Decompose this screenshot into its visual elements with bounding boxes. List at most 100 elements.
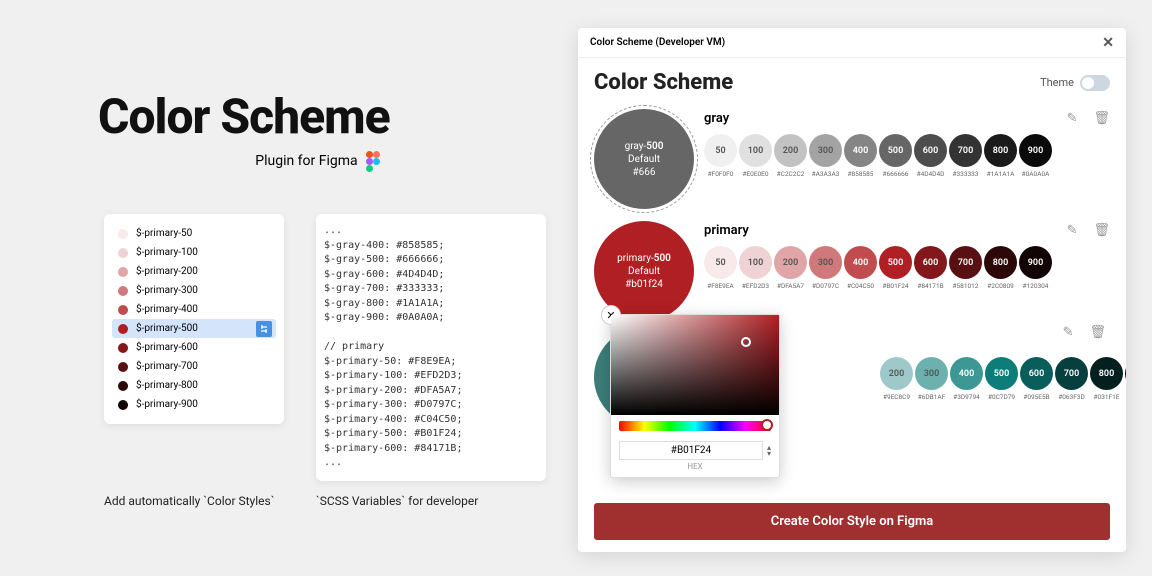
swatch[interactable]: 50#F8E9EA xyxy=(704,246,737,290)
swatch[interactable]: 900#120304 xyxy=(1019,246,1052,290)
scheme-name: gray xyxy=(704,111,729,126)
swatch[interactable]: 600#84171B xyxy=(914,246,947,290)
saturation-field[interactable] xyxy=(611,315,779,415)
swatch[interactable]: 200#DFA5A7 xyxy=(774,246,807,290)
swatch-hex: #6DB1AF xyxy=(918,393,945,401)
color-dot xyxy=(118,248,128,258)
swatch-hex: #031F1E xyxy=(1094,393,1120,401)
style-row[interactable]: $-primary-500 xyxy=(112,319,276,338)
swatch-hex: #F8E9EA xyxy=(707,282,734,290)
color-dot xyxy=(118,229,128,239)
adjust-icon[interactable] xyxy=(256,321,272,337)
edit-icon[interactable]: ✎ xyxy=(1063,325,1074,340)
swatch[interactable]: 900#010D0C xyxy=(1125,357,1126,401)
swatch[interactable]: 800#2C0809 xyxy=(984,246,1017,290)
theme-label: Theme xyxy=(1040,76,1074,89)
swatch-hex: #B01F24 xyxy=(882,282,908,290)
swatch-hex: #858585 xyxy=(848,170,874,178)
style-row[interactable]: $-primary-900 xyxy=(112,395,276,414)
swatch-hex: #DFA5A7 xyxy=(777,282,804,290)
swatch-hex: #0A0A0A xyxy=(1022,170,1050,178)
style-row[interactable]: $-primary-700 xyxy=(112,357,276,376)
color-dot xyxy=(118,286,128,296)
hex-input[interactable] xyxy=(619,441,763,460)
swatch[interactable]: 200#9EC8C9 xyxy=(880,357,913,401)
swatch[interactable]: 800#031F1E xyxy=(1090,357,1123,401)
swatch[interactable]: 300#A3A3A3 xyxy=(809,134,842,178)
style-row[interactable]: $-primary-800 xyxy=(112,376,276,395)
delete-icon[interactable]: 🗑 xyxy=(1093,223,1110,238)
swatch[interactable]: 700#063F3D xyxy=(1055,357,1088,401)
swatch-hex: #E0E0E0 xyxy=(742,170,768,178)
style-name: $-primary-100 xyxy=(136,247,198,258)
scheme-name: primary xyxy=(704,223,749,238)
style-row[interactable]: $-primary-400 xyxy=(112,300,276,319)
swatch-hex: #581012 xyxy=(953,282,979,290)
style-name: $-primary-500 xyxy=(136,323,198,334)
swatch-hex: #9EC8C9 xyxy=(883,393,910,401)
swatch[interactable]: 400#3D9794 xyxy=(950,357,983,401)
scss-code-panel: ... $-gray-400: #858585; $-gray-500: #66… xyxy=(316,214,546,481)
swatch[interactable]: 50#F0F0F0 xyxy=(704,134,737,178)
swatch[interactable]: 600#095E5B xyxy=(1020,357,1053,401)
swatch[interactable]: 500#0C7D79 xyxy=(985,357,1018,401)
swatch-hex: #A3A3A3 xyxy=(812,170,840,178)
swatch-hex: #C2C2C2 xyxy=(777,170,805,178)
swatch-hex: #C04C50 xyxy=(847,282,874,290)
style-row[interactable]: $-primary-300 xyxy=(112,281,276,300)
swatch[interactable]: 100#E0E0E0 xyxy=(739,134,772,178)
color-styles-panel: $-primary-50 $-primary-100 $-primary-200 $-… xyxy=(104,214,284,424)
swatch-hex: #1A1A1A xyxy=(987,170,1015,178)
color-dot xyxy=(118,305,128,315)
color-picker: ✕ ▴▾ HEX xyxy=(610,314,780,478)
theme-toggle[interactable] xyxy=(1080,75,1110,91)
style-row[interactable]: $-primary-200 xyxy=(112,262,276,281)
close-icon[interactable]: ✕ xyxy=(1102,35,1114,51)
swatch[interactable]: 600#4D4D4D xyxy=(914,134,947,178)
style-name: $-primary-200 xyxy=(136,266,198,277)
swatch-hex: #84171B xyxy=(917,282,943,290)
edit-icon[interactable]: ✎ xyxy=(1067,223,1078,238)
style-name: $-primary-900 xyxy=(136,399,198,410)
swatch[interactable]: 400#C04C50 xyxy=(844,246,877,290)
swatch[interactable]: 700#581012 xyxy=(949,246,982,290)
plugin-title: Color Scheme xyxy=(594,70,733,95)
delete-icon[interactable]: 🗑 xyxy=(1093,111,1110,126)
swatch[interactable]: 500#B01F24 xyxy=(879,246,912,290)
style-row[interactable]: $-primary-50 xyxy=(112,224,276,243)
swatch[interactable]: 100#EFD2D3 xyxy=(739,246,772,290)
swatch[interactable]: 200#C2C2C2 xyxy=(774,134,807,178)
swatch-hex: #0C7D79 xyxy=(988,393,1015,401)
scheme-circle[interactable]: gray-500Default#666 xyxy=(594,109,694,209)
style-row[interactable]: $-primary-100 xyxy=(112,243,276,262)
style-name: $-primary-50 xyxy=(136,228,192,239)
swatch-hex: #120304 xyxy=(1023,282,1049,290)
style-name: $-primary-600 xyxy=(136,342,198,353)
hue-slider[interactable] xyxy=(619,421,771,431)
color-dot xyxy=(118,362,128,372)
swatch[interactable]: 300#D0797C xyxy=(809,246,842,290)
hero-subtitle: Plugin for Figma xyxy=(255,153,357,169)
swatch-hex: #095E5B xyxy=(1023,393,1049,401)
swatch[interactable]: 800#1A1A1A xyxy=(984,134,1017,178)
swatch[interactable]: 900#0A0A0A xyxy=(1019,134,1052,178)
delete-icon[interactable]: 🗑 xyxy=(1089,325,1106,340)
edit-icon[interactable]: ✎ xyxy=(1067,111,1078,126)
create-style-button[interactable]: Create Color Style on Figma xyxy=(594,503,1110,540)
style-name: $-primary-800 xyxy=(136,380,198,391)
swatch-hex: #666666 xyxy=(883,170,909,178)
color-dot xyxy=(118,267,128,277)
color-dot xyxy=(118,343,128,353)
color-dot xyxy=(118,400,128,410)
swatch[interactable]: 300#6DB1AF xyxy=(915,357,948,401)
swatch[interactable]: 500#666666 xyxy=(879,134,912,178)
swatch-hex: #EFD2D3 xyxy=(742,282,769,290)
swatch-hex: #D0797C xyxy=(812,282,839,290)
swatch-hex: #4D4D4D xyxy=(917,170,945,178)
swatch[interactable]: 400#858585 xyxy=(844,134,877,178)
format-stepper[interactable]: ▴▾ xyxy=(767,445,771,456)
swatch[interactable]: 700#333333 xyxy=(949,134,982,178)
style-name: $-primary-300 xyxy=(136,285,198,296)
swatch-hex: #3D9794 xyxy=(953,393,980,401)
style-row[interactable]: $-primary-600 xyxy=(112,338,276,357)
